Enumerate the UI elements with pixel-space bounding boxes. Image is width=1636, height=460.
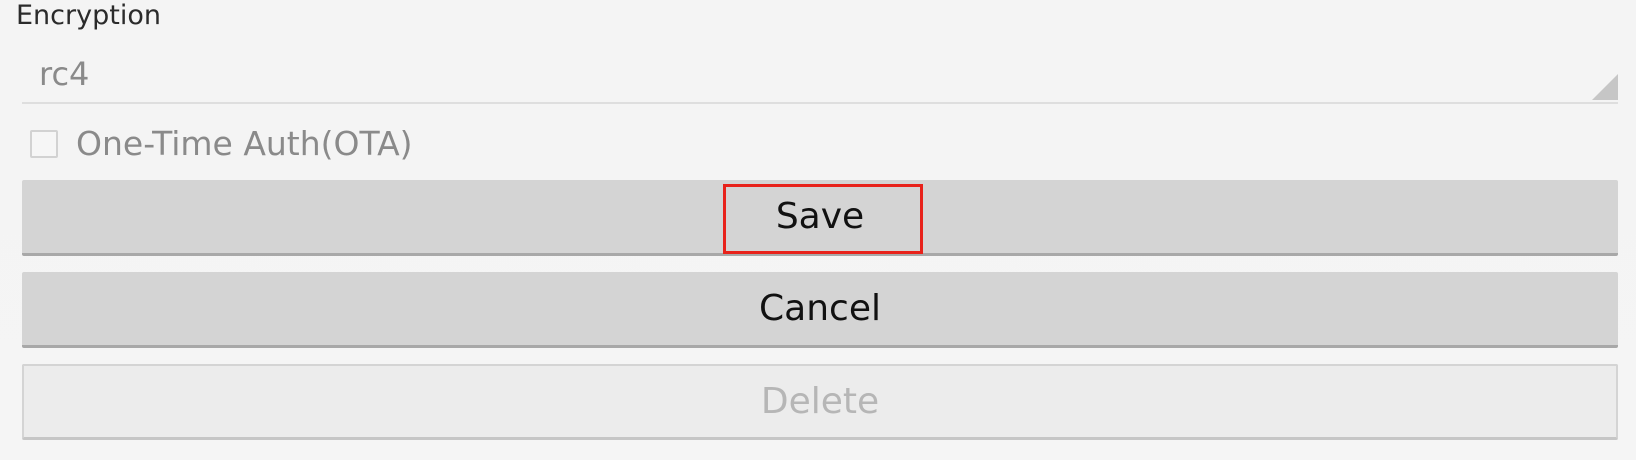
encryption-label: Encryption — [16, 0, 161, 31]
ota-label: One-Time Auth(OTA) — [76, 124, 413, 163]
profile-form: Encryption rc4 One-Time Auth(OTA) Save C… — [0, 0, 1636, 460]
cancel-button[interactable]: Cancel — [22, 272, 1618, 348]
encryption-spinner[interactable]: rc4 — [22, 48, 1618, 104]
delete-button-label: Delete — [760, 381, 880, 422]
ota-checkbox[interactable] — [30, 130, 58, 158]
delete-button[interactable]: Delete — [22, 364, 1618, 440]
cancel-button-label: Cancel — [759, 288, 881, 329]
save-button-label: Save — [775, 196, 865, 237]
dropdown-triangle-icon — [1592, 74, 1618, 100]
encryption-value: rc4 — [39, 55, 90, 93]
ota-row[interactable]: One-Time Auth(OTA) — [30, 122, 413, 166]
save-button[interactable]: Save — [22, 180, 1618, 256]
